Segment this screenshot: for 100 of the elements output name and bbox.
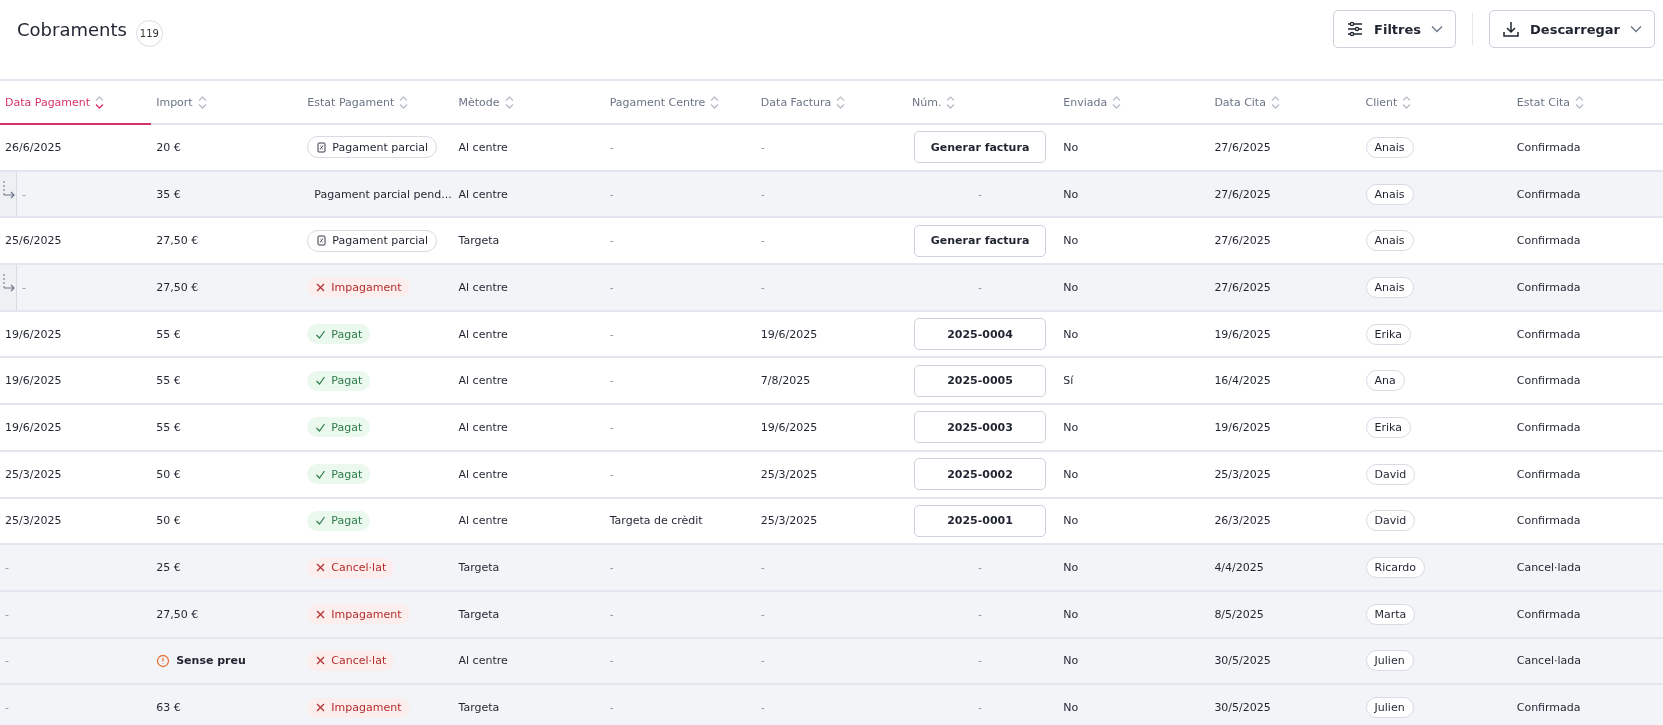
status-text: Pagament parcial pend... [313, 186, 453, 203]
table-cell: Targeta [458, 607, 500, 621]
column-header[interactable]: Data Pagament [0, 81, 152, 125]
table-cell: - [5, 701, 9, 715]
table-cell-text: - [977, 607, 983, 621]
client-tag: Marta [1365, 603, 1416, 625]
filter-button[interactable]: Filtres [1333, 10, 1457, 48]
download-icon [1502, 20, 1521, 38]
table-cell: Al centre [458, 420, 508, 434]
table-cell: - [5, 607, 9, 621]
table-cell: - [609, 467, 614, 481]
table-cell: 27/6/2025 [1214, 280, 1271, 294]
cross-icon [315, 608, 327, 620]
table-cell: - [609, 280, 614, 294]
table-cell: Confirmada [1516, 701, 1581, 715]
table-cell: No [1063, 187, 1079, 201]
sort-icon [504, 95, 514, 109]
page-title: Cobraments [17, 19, 127, 40]
table-cell: Confirmada [1516, 234, 1581, 248]
table-cell: Confirmada [1516, 327, 1581, 341]
column-header[interactable]: Estat Cita [1511, 81, 1663, 123]
status-badge: Cancel·lat [307, 557, 395, 578]
table-cell: Targeta de crèdit [609, 514, 703, 528]
table-cell: Confirmada [1516, 374, 1581, 388]
table-cell: 26/6/2025 [5, 140, 62, 154]
cross-icon [315, 281, 327, 293]
invoice-button[interactable]: 2025-0001 [914, 504, 1047, 537]
status-badge: Impagament [307, 697, 410, 718]
sort-icon [399, 95, 409, 109]
invoice-button[interactable]: Generar factura [914, 224, 1047, 257]
table-cell: Al centre [458, 280, 508, 294]
table-cell: - [609, 234, 614, 248]
column-header[interactable]: Client [1360, 81, 1512, 123]
column-header[interactable]: Import [151, 81, 303, 123]
invoice-button[interactable]: 2025-0003 [914, 411, 1047, 444]
table-cell: 35 € [156, 187, 181, 201]
client-tag: Anais [1365, 230, 1414, 252]
sort-icon [836, 95, 846, 109]
table-cell: 25/3/2025 [1214, 467, 1271, 481]
table-cell: 16/4/2025 [1214, 374, 1271, 388]
table-cell: No [1063, 701, 1079, 715]
status-badge: Pagat [307, 510, 371, 531]
table-cell: - [760, 701, 765, 715]
client-tag: Anais [1365, 183, 1414, 205]
table-cell: 25/3/2025 [5, 514, 62, 528]
invoice-button[interactable]: Generar factura [914, 131, 1047, 164]
warning-icon [156, 653, 171, 668]
client-tag: Ricardo [1365, 557, 1426, 579]
status-badge: Impagament [307, 277, 410, 298]
sliders-icon [1346, 20, 1365, 38]
column-header[interactable]: Mètode [453, 81, 605, 123]
column-header[interactable]: Núm. [907, 81, 1059, 123]
status-badge: Impagament [307, 604, 410, 625]
sort-icon [1112, 95, 1122, 109]
table-cell: No [1063, 420, 1079, 434]
column-header[interactable]: Pagament Centre [604, 81, 756, 123]
table-cell-text: - [977, 280, 983, 294]
receipt-icon [316, 235, 328, 247]
table-cell: 55 € [156, 374, 181, 388]
table-cell: - [609, 327, 614, 341]
column-header[interactable]: Enviada [1058, 81, 1210, 123]
check-icon [315, 421, 327, 433]
table-cell: 63 € [156, 701, 181, 715]
table-cell: - [22, 280, 26, 294]
table-cell: 30/5/2025 [1214, 701, 1271, 715]
table-cell: - [609, 187, 614, 201]
client-tag: Julien [1365, 650, 1414, 672]
status-badge: Pagat [307, 417, 371, 438]
table-cell: Confirmada [1516, 187, 1581, 201]
client-tag: Erika [1365, 416, 1411, 438]
table-cell: Targeta [458, 234, 500, 248]
check-icon [315, 468, 327, 480]
table-cell: 20 € [156, 140, 181, 154]
column-header[interactable]: Data Cita [1209, 81, 1361, 123]
table-cell: 19/6/2025 [1214, 327, 1271, 341]
table-cell: Sense preu [176, 654, 246, 668]
table-cell: - [609, 654, 614, 668]
table-cell: - [760, 140, 765, 154]
table-cell: - [22, 187, 26, 201]
sort-icon [946, 95, 956, 109]
table-cell: 4/4/2025 [1214, 561, 1264, 575]
client-tag: Anais [1365, 276, 1414, 298]
download-button[interactable]: Descarregar [1489, 10, 1655, 48]
table-cell: 50 € [156, 467, 181, 481]
table-cell: - [609, 374, 614, 388]
table-cell: 25/3/2025 [760, 467, 818, 481]
table-cell: Cancel·lada [1516, 654, 1581, 668]
column-header[interactable]: Estat Pagament [302, 81, 454, 123]
invoice-button[interactable]: 2025-0002 [914, 458, 1047, 491]
invoice-button[interactable]: 2025-0005 [914, 364, 1047, 397]
invoice-button[interactable]: 2025-0004 [914, 318, 1047, 351]
table-cell: No [1063, 607, 1079, 621]
sort-icon [197, 95, 207, 109]
column-header[interactable]: Data Factura [755, 81, 908, 123]
table-cell: Al centre [458, 374, 508, 388]
table-cell: 27/6/2025 [1214, 187, 1271, 201]
sort-icon [1270, 95, 1280, 109]
status-badge: Pagat [307, 370, 371, 391]
table-cell: 8/5/2025 [1214, 607, 1264, 621]
table-cell: 27,50 € [156, 280, 199, 294]
